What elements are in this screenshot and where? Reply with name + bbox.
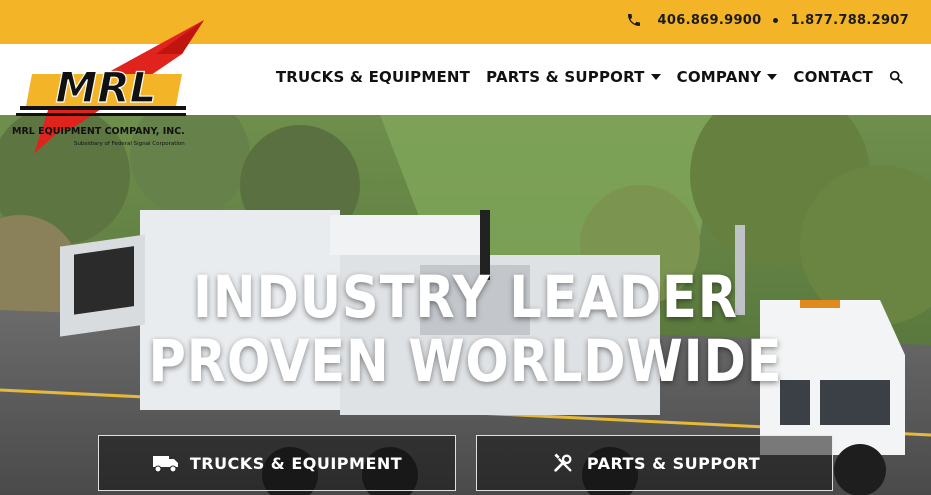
nav-item-parts-support[interactable]: PARTS & SUPPORT [486, 68, 661, 86]
contact-phones: 406.869.9900 1.877.788.2907 [626, 12, 909, 28]
cta-label: PARTS & SUPPORT [586, 453, 761, 473]
cta-label: TRUCKS & EQUIPMENT [189, 453, 403, 473]
caret-down-icon [767, 74, 778, 80]
nav-item-label: TRUCKS & EQUIPMENT [275, 68, 471, 86]
hero-headline: INDUSTRY LEADER PROVEN WORLDWIDE [56, 265, 875, 393]
logo-mark: MRL [16, 62, 186, 116]
parts-support-button[interactable]: PARTS & SUPPORT [476, 435, 833, 491]
truck-icon [152, 456, 178, 473]
main-nav: TRUCKS & EQUIPMENT PARTS & SUPPORT COMPA… [276, 68, 903, 86]
separator-dot [773, 17, 779, 23]
logo-mark-text: MRL [56, 63, 157, 112]
caret-down-icon [650, 74, 661, 80]
trucks-equipment-button[interactable]: TRUCKS & EQUIPMENT [98, 435, 456, 491]
hero-headline-line1: INDUSTRY LEADER [193, 263, 738, 331]
phone-icon [627, 14, 640, 26]
wrench-screwdriver-icon [554, 453, 572, 472]
hero-headline-line2: PROVEN WORLDWIDE [148, 327, 783, 395]
logo-subsidiary: Subsidiary of Federal Signal Corporation [74, 141, 185, 147]
phone-number-local[interactable]: 406.869.9900 [658, 13, 762, 28]
phone-number-tollfree[interactable]: 1.877.788.2907 [790, 13, 909, 28]
logo-company-name: MRL EQUIPMENT COMPANY, INC. [12, 126, 185, 137]
nav-item-label: PARTS & SUPPORT [486, 68, 645, 86]
nav-item-trucks-equipment[interactable]: TRUCKS & EQUIPMENT [276, 68, 470, 86]
nav-item-contact[interactable]: CONTACT [793, 68, 873, 86]
mrl-logo[interactable]: MRL MRL EQUIPMENT COMPANY, INC. Subsidia… [6, 14, 206, 156]
hero-banner: INDUSTRY LEADER PROVEN WORLDWIDE TRUCKS … [0, 115, 931, 495]
nav-item-label: COMPANY [676, 68, 762, 86]
nav-item-company[interactable]: COMPANY [677, 68, 778, 86]
search-icon[interactable] [889, 70, 903, 84]
nav-item-label: CONTACT [793, 68, 873, 86]
